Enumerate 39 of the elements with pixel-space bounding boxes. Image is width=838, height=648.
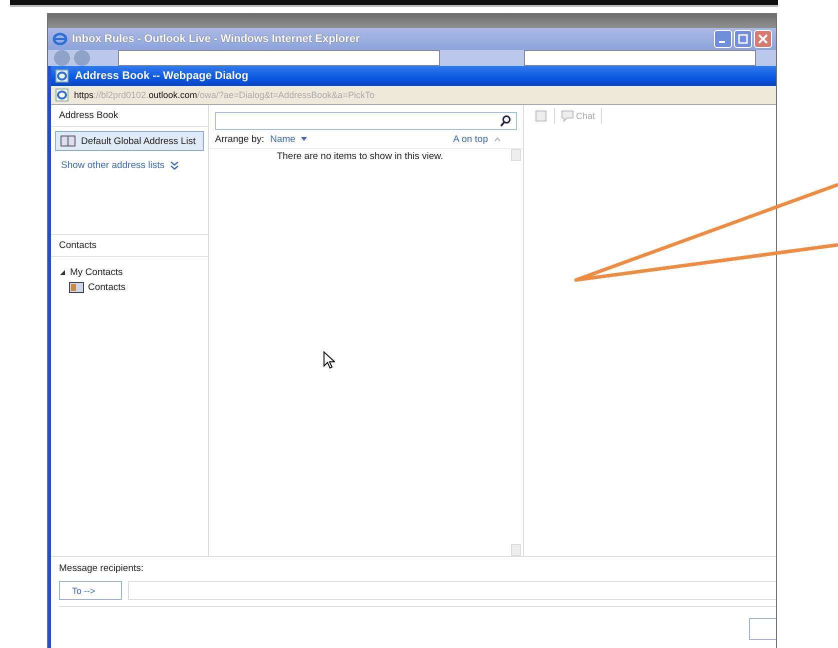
section-heading: Address Book <box>51 105 208 127</box>
empty-message: There are no items to show in this view. <box>276 151 444 162</box>
sort-order-link[interactable]: A on top <box>453 134 488 144</box>
dialog-title: Address Book -- Webpage Dialog <box>75 70 248 82</box>
address-list-item[interactable]: Default Global Address List <box>55 131 204 151</box>
close-icon <box>758 34 768 44</box>
tree-item[interactable]: Contacts <box>59 280 208 295</box>
book-icon <box>60 135 76 147</box>
scroll-down-button[interactable] <box>511 544 521 556</box>
browser-logo-icon <box>55 69 69 83</box>
to-button[interactable]: To --> <box>59 581 122 600</box>
page-icon <box>55 88 69 102</box>
browser-logo-icon <box>52 31 68 47</box>
scroll-up-button[interactable] <box>511 149 521 161</box>
dropdown-caret-icon <box>301 137 308 141</box>
window-title: Inbox Rules - Outlook Live - Windows Internet Explorer <box>72 33 361 45</box>
maximize-button[interactable] <box>734 30 752 48</box>
minimize-icon <box>718 41 724 43</box>
dialog-button[interactable] <box>749 618 776 640</box>
address-field[interactable] <box>118 50 440 66</box>
arrange-dropdown[interactable]: Name <box>270 134 296 144</box>
url-text: https://bl2prd0102.outlook.com/owa/?ae=Dialog&t=AddressBook&a=PickTo <box>74 90 374 100</box>
double-chevron-icon <box>170 161 178 170</box>
show-lists-link[interactable]: Show other address lists <box>61 160 164 171</box>
recipients-field[interactable] <box>128 581 776 600</box>
speech-bubble-icon <box>561 110 574 122</box>
back-button[interactable] <box>54 50 70 66</box>
search-field[interactable] <box>524 50 756 66</box>
close-button[interactable] <box>754 30 772 48</box>
mouse-cursor-icon <box>323 351 335 369</box>
section-heading: Contacts <box>51 234 208 257</box>
recipients-label: Message recipients: <box>59 563 144 576</box>
arrange-label: Arrange by: <box>215 134 264 144</box>
maximize-icon <box>738 34 748 44</box>
search-icon <box>500 115 511 127</box>
search-field[interactable] <box>215 112 517 130</box>
minimize-button[interactable] <box>714 30 732 48</box>
forward-button[interactable] <box>74 50 90 66</box>
tree-item[interactable]: My Contacts <box>59 265 208 280</box>
